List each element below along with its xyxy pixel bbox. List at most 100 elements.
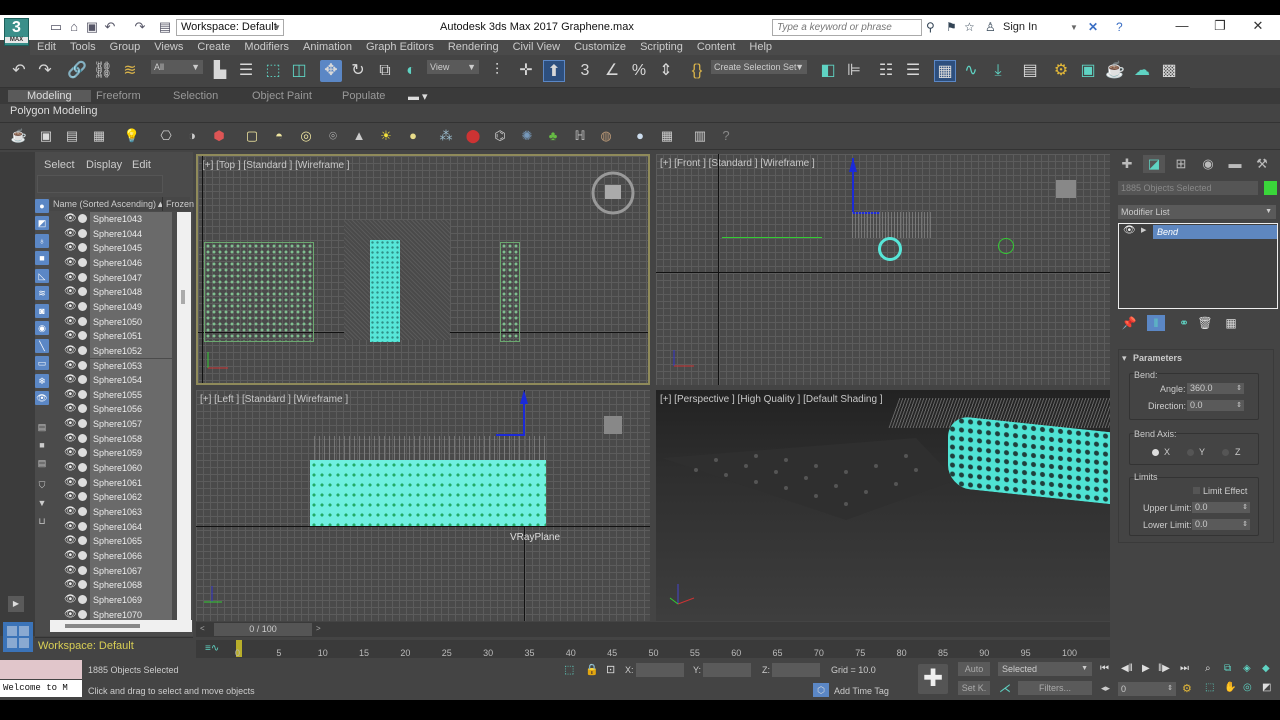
favorites-star-icon[interactable]: ☆ (964, 19, 975, 36)
scene-object-row[interactable]: 👁 Sphere1060 (50, 461, 177, 476)
scene-explorer-scrollbar[interactable] (181, 290, 185, 304)
help-icon[interactable]: ? (1116, 19, 1123, 36)
select-by-name-icon[interactable]: ☰ (235, 60, 257, 82)
eye-icon[interactable]: 👁 (1123, 225, 1136, 236)
viewcube-icon[interactable] (1056, 180, 1076, 198)
tab-freeform[interactable]: Freeform (96, 90, 141, 102)
object-dot-icon[interactable] (78, 389, 87, 399)
previous-frame-icon[interactable]: ◀‖ (1121, 663, 1133, 674)
time-slider-prev-icon[interactable]: < (200, 624, 205, 633)
menu-civil-view[interactable]: Civil View (506, 40, 567, 55)
vray-plane-icon[interactable]: ▢ (243, 127, 261, 145)
menu-edit[interactable]: Edit (30, 40, 63, 55)
scene-object-name[interactable]: Sphere1051 (90, 329, 172, 344)
object-dot-icon[interactable] (78, 463, 87, 473)
viewport-left[interactable]: [+] [Left ] [Standard ] [Wireframe ] VRa… (196, 390, 650, 621)
go-to-end-icon[interactable]: ⏭ (1180, 663, 1189, 674)
scene-object-row[interactable]: 👁 Sphere1047 (50, 270, 177, 286)
app-logo-button[interactable]: 3 MAX (4, 18, 29, 46)
scene-object-name[interactable]: Sphere1066 (90, 548, 172, 564)
upper-limit-spinner[interactable]: 0.0 ⇕ (1192, 502, 1250, 513)
next-frame-icon[interactable]: ‖▶ (1158, 663, 1170, 674)
scene-object-name[interactable]: Sphere1055 (90, 387, 172, 403)
object-dot-icon[interactable] (78, 287, 87, 297)
scene-explorer-tab-display[interactable]: Display (86, 159, 122, 171)
viewport-top-label[interactable]: [+] [Top ] [Standard ] [Wireframe ] (202, 160, 350, 171)
zoom-all-icon[interactable]: ⧉ (1224, 663, 1231, 674)
schematic-view-icon[interactable]: ⤓ (987, 60, 1009, 82)
scene-object-row[interactable]: 👁 Sphere1056 (50, 402, 177, 418)
render-production-icon[interactable]: ☕ (1104, 60, 1126, 82)
parameters-rollout-title[interactable]: Parameters (1133, 353, 1182, 363)
menu-help[interactable]: Help (742, 40, 779, 55)
scene-object-row[interactable]: 👁 Sphere1049 (50, 299, 177, 315)
visibility-eye-icon[interactable]: 👁 (64, 447, 77, 458)
render-setup-icon[interactable]: ⚙ (1050, 60, 1072, 82)
menu-content[interactable]: Content (690, 40, 743, 55)
teapot-icon[interactable]: ☕ (10, 127, 28, 145)
select-and-move-icon[interactable]: ✥ (320, 60, 342, 82)
scene-object-row[interactable]: 👁 Sphere1067 (50, 563, 177, 579)
visibility-eye-icon[interactable]: 👁 (64, 403, 77, 414)
visibility-eye-icon[interactable]: 👁 (64, 360, 77, 371)
time-slider-track[interactable] (196, 622, 1110, 637)
light-bulb-icon[interactable]: 💡 (123, 127, 141, 145)
viewport-perspective[interactable]: [+] [Perspective ] [High Quality ] [Defa… (656, 390, 1110, 621)
x-coord-field[interactable] (636, 663, 684, 677)
close-button[interactable]: ✕ (1243, 18, 1273, 34)
scene-object-row[interactable]: 👁 Sphere1066 (50, 548, 177, 564)
maximize-viewport-icon[interactable]: ◩ (1262, 682, 1271, 693)
time-configuration-icon[interactable]: ⚙ (1182, 682, 1192, 695)
filter-icon[interactable]: ▼ (35, 496, 49, 510)
menu-tools[interactable]: Tools (63, 40, 103, 55)
scene-object-name[interactable]: Sphere1043 (90, 212, 172, 227)
object-dot-icon[interactable] (78, 419, 87, 429)
collapse-rollout-icon[interactable]: ▾ (1122, 353, 1127, 364)
scene-explorer-tab-select[interactable]: Select (44, 159, 75, 171)
visibility-eye-icon[interactable]: 👁 (64, 374, 77, 385)
vray-displacement-icon[interactable]: ⌬ (491, 127, 509, 145)
scene-object-name[interactable]: Sphere1048 (90, 285, 172, 300)
align-icon[interactable]: ⊫ (843, 60, 865, 82)
modifier-stack-item[interactable]: 👁 ▶ Bend (1119, 225, 1277, 239)
object-dot-icon[interactable] (78, 257, 87, 267)
scene-explorer-horizontal-scrollbar[interactable] (50, 620, 192, 632)
zoom-region-icon[interactable]: ⬚ (1205, 682, 1214, 693)
help-circle-icon[interactable]: ? (717, 127, 735, 145)
object-dot-icon[interactable] (78, 316, 87, 326)
scene-object-row[interactable]: 👁 Sphere1054 (50, 373, 177, 388)
time-slider[interactable]: 0 / 100 (214, 623, 312, 636)
visibility-eye-icon[interactable]: 👁 (64, 491, 77, 502)
scene-explorer-search-input[interactable] (37, 175, 163, 193)
link-icon[interactable]: 🔗 (66, 60, 88, 82)
scene-object-name[interactable]: Sphere1059 (90, 446, 172, 462)
visibility-eye-icon[interactable]: 👁 (64, 550, 77, 561)
window-crossing-icon[interactable]: ◫ (288, 60, 310, 82)
absolute-mode-icon[interactable]: ⊡ (606, 663, 615, 676)
exchange-apps-icon[interactable]: ✕ (1088, 19, 1098, 36)
scene-object-name[interactable]: Sphere1057 (90, 417, 172, 432)
direction-spinner[interactable]: 0.0 ⇕ (1187, 400, 1244, 411)
object-dot-icon[interactable] (78, 550, 87, 560)
vray-hf-icon[interactable]: ℍ (571, 127, 589, 145)
scene-object-name[interactable]: Sphere1052 (90, 343, 172, 359)
scene-object-name[interactable]: Sphere1062 (90, 490, 172, 505)
visibility-eye-icon[interactable]: 👁 (64, 316, 77, 327)
scene-object-name[interactable]: Sphere1053 (90, 358, 172, 374)
object-dot-icon[interactable] (78, 272, 87, 282)
scene-object-name[interactable]: Sphere1046 (90, 255, 172, 271)
scene-object-row[interactable]: 👁 Sphere1050 (50, 314, 177, 330)
create-tab-icon[interactable]: ✚ (1116, 155, 1138, 173)
object-dot-icon[interactable] (78, 214, 87, 223)
visibility-eye-icon[interactable]: 👁 (64, 418, 77, 429)
ribbon-options-icon[interactable]: ▬ ▾ (408, 90, 428, 103)
column-name-header[interactable]: Name (Sorted Ascending) (50, 199, 156, 209)
spinner-arrows-icon[interactable]: ⇕ (1167, 682, 1173, 696)
selection-set-icon[interactable]: ⊔ (35, 514, 49, 528)
object-dot-icon[interactable] (78, 228, 87, 238)
scene-object-row[interactable]: 👁 Sphere1055 (50, 387, 177, 403)
play-icon[interactable]: ▶ (1142, 663, 1150, 674)
spinner-arrows-icon[interactable]: ⇕ (1236, 400, 1242, 411)
modifier-list-dropdown[interactable]: Modifier List ▼ (1118, 205, 1276, 219)
scene-converter-icon[interactable]: ▣ (37, 127, 55, 145)
